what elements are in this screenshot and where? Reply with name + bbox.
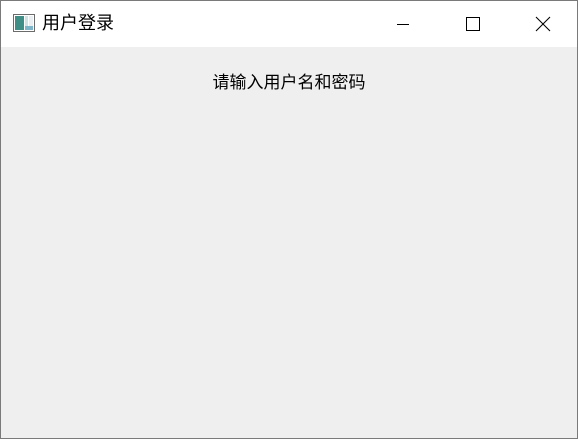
title-bar[interactable]: 用户登录	[1, 1, 577, 47]
maximize-button[interactable]	[450, 1, 496, 47]
maximize-icon	[465, 16, 481, 32]
minimize-button[interactable]	[380, 1, 426, 47]
login-window: 用户登录 请输入用户名和密码	[0, 0, 578, 439]
minimize-icon	[395, 16, 411, 32]
login-prompt-label: 请输入用户名和密码	[212, 73, 366, 93]
dialog-body: 请输入用户名和密码	[1, 47, 577, 438]
close-icon	[535, 16, 551, 32]
window-title: 用户登录	[42, 13, 114, 34]
app-window-icon	[13, 14, 35, 32]
close-button[interactable]	[520, 1, 566, 47]
